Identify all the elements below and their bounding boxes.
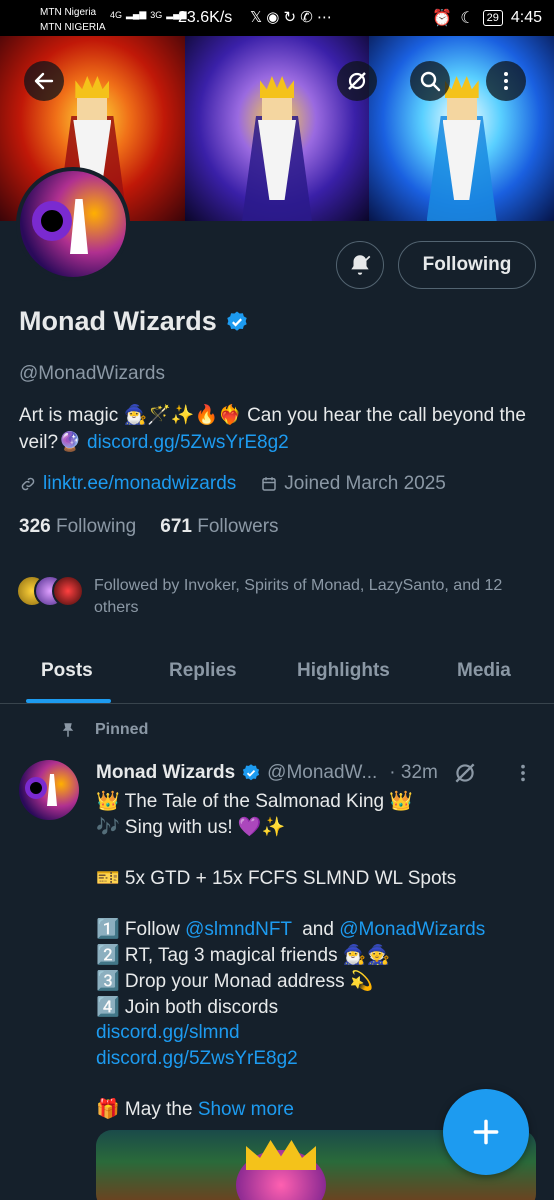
following-count: 326 — [19, 516, 51, 537]
pinned-label: Pinned — [95, 721, 149, 738]
tweet-text: and — [291, 919, 340, 941]
back-arrow-icon — [34, 72, 54, 90]
notification-icons: 𝕏 ◉ ↻ ✆ ⋯ — [250, 9, 332, 26]
tweet-line: 3️⃣ Drop your Monad address 💫 — [96, 970, 374, 992]
following-stat[interactable]: 326 Following — [19, 516, 136, 538]
followers-stat[interactable]: 671 Followers — [160, 516, 278, 538]
joined-date: Joined March 2025 — [284, 473, 446, 494]
mention-monadwizards[interactable]: @MonadWizards — [339, 919, 485, 940]
display-name: Monad Wizards — [19, 306, 217, 336]
grok-icon — [348, 72, 366, 90]
tweet-text: 1️⃣ Follow — [96, 919, 186, 941]
active-tab-indicator — [26, 699, 111, 703]
followed-by-text[interactable]: Followed by Invoker, Spirits of Monad, L… — [94, 575, 539, 619]
pin-icon — [62, 723, 74, 737]
followers-label: Followers — [197, 516, 279, 537]
profile-tabs: Posts Replies Highlights Media — [0, 640, 554, 704]
tweet-line: 🎶 Sing with us! 💜✨ — [96, 816, 286, 838]
follow-stats: 326 Following 671 Followers — [19, 516, 279, 538]
wizard-figure — [242, 76, 312, 221]
status-bar: MTN Nigeria MTN NIGERIA 4G ▂▄▆ 3G ▂▄▆ 23.6… — [0, 0, 554, 36]
carrier-2: MTN NIGERIA — [40, 22, 106, 33]
tweet-line: 1️⃣ Follow @slmndNFT and @MonadWizards — [96, 917, 536, 943]
tab-posts[interactable]: Posts — [41, 660, 93, 682]
calendar-icon — [262, 477, 277, 491]
signal-icon: ▂▄▆ — [126, 9, 147, 19]
network-2: 3G — [150, 10, 163, 20]
alarm-icon: ⏰ — [432, 10, 453, 27]
tweet-line: 👑 The Tale of the Salmonad King 👑 — [96, 791, 414, 812]
moon-icon: ☾ — [460, 10, 475, 27]
system-status: ⏰ ☾ 29 4:45 — [432, 8, 542, 28]
back-button[interactable] — [24, 61, 64, 101]
discord-link-monadwizards[interactable]: discord.gg/5ZwsYrE8g2 — [96, 1046, 536, 1072]
following-label: Following — [55, 516, 137, 537]
more-options-button[interactable] — [486, 61, 526, 101]
banner-panel-blue — [369, 36, 554, 221]
network-speed: 23.6K/s — [178, 9, 233, 26]
pinned-label-row: Pinned — [59, 721, 148, 739]
tweet-line: 2️⃣ RT, Tag 3 magical friends 🧙‍♂️🧙 — [96, 945, 391, 967]
profile-bio: Art is magic 🧙‍♂️🪄✨🔥❤️‍🔥 Can you hear th… — [19, 402, 539, 456]
discord-link-slmnd[interactable]: discord.gg/slmnd — [96, 1020, 536, 1046]
show-more-link[interactable]: Show more — [198, 1099, 294, 1120]
grok-icon[interactable] — [452, 760, 478, 786]
tweet-header: Monad Wizards @MonadW... · 32m — [96, 760, 536, 786]
tweet-line: 🎫 5x GTD + 15x FCFS SLMND WL Spots — [96, 868, 457, 890]
website-link[interactable]: linktr.ee/monadwizards — [43, 473, 236, 495]
battery-level: 29 — [482, 10, 503, 26]
tweet-author-handle[interactable]: @MonadW... — [267, 762, 377, 784]
compose-post-button[interactable] — [443, 1089, 529, 1175]
tweet-text: 🎁 May the — [96, 1099, 198, 1121]
tweet-line: 4️⃣ Join both discords — [96, 996, 279, 1018]
more-vertical-icon — [504, 72, 508, 90]
tweet-body[interactable]: 👑 The Tale of the Salmonad King 👑 🎶 Sing… — [96, 789, 536, 1123]
tab-media[interactable]: Media — [457, 660, 511, 682]
bell-icon — [351, 255, 371, 275]
followers-count: 671 — [160, 516, 192, 537]
tab-replies[interactable]: Replies — [169, 660, 237, 682]
display-name-row: Monad Wizards — [19, 306, 249, 337]
mention-slmndnft[interactable]: @slmndNFT — [185, 919, 292, 940]
following-button[interactable]: Following — [398, 241, 536, 289]
profile-avatar[interactable] — [16, 167, 130, 281]
plus-icon — [473, 1119, 499, 1145]
tab-highlights[interactable]: Highlights — [297, 660, 390, 682]
notifications-bell-button[interactable] — [336, 241, 384, 289]
time: 4:45 — [510, 9, 542, 26]
link-icon — [21, 477, 35, 491]
tweet-author-name[interactable]: Monad Wizards — [96, 762, 235, 784]
followed-by-avatars[interactable] — [16, 575, 84, 607]
tweet-author-avatar[interactable] — [19, 760, 79, 820]
avatar — [52, 575, 84, 607]
bio-discord-link[interactable]: discord.gg/5ZwsYrE8g2 — [87, 432, 289, 453]
carrier-info: MTN Nigeria MTN NIGERIA — [40, 5, 106, 35]
search-button[interactable] — [410, 61, 450, 101]
verified-badge-icon — [243, 764, 260, 781]
carrier-1: MTN Nigeria — [40, 7, 97, 18]
search-icon — [420, 71, 441, 92]
profile-meta: linktr.ee/monadwizards Joined March 2025 — [19, 473, 446, 495]
verified-badge-icon[interactable] — [225, 310, 249, 334]
grok-button[interactable] — [337, 61, 377, 101]
tweet-timestamp: · 32m — [389, 762, 438, 783]
more-vertical-icon[interactable] — [512, 762, 534, 784]
banner-panel-purple — [184, 36, 370, 221]
signal-indicators: 4G ▂▄▆ 3G ▂▄▆ — [110, 9, 187, 20]
network-1: 4G — [110, 10, 123, 20]
profile-handle: @MonadWizards — [19, 363, 165, 384]
